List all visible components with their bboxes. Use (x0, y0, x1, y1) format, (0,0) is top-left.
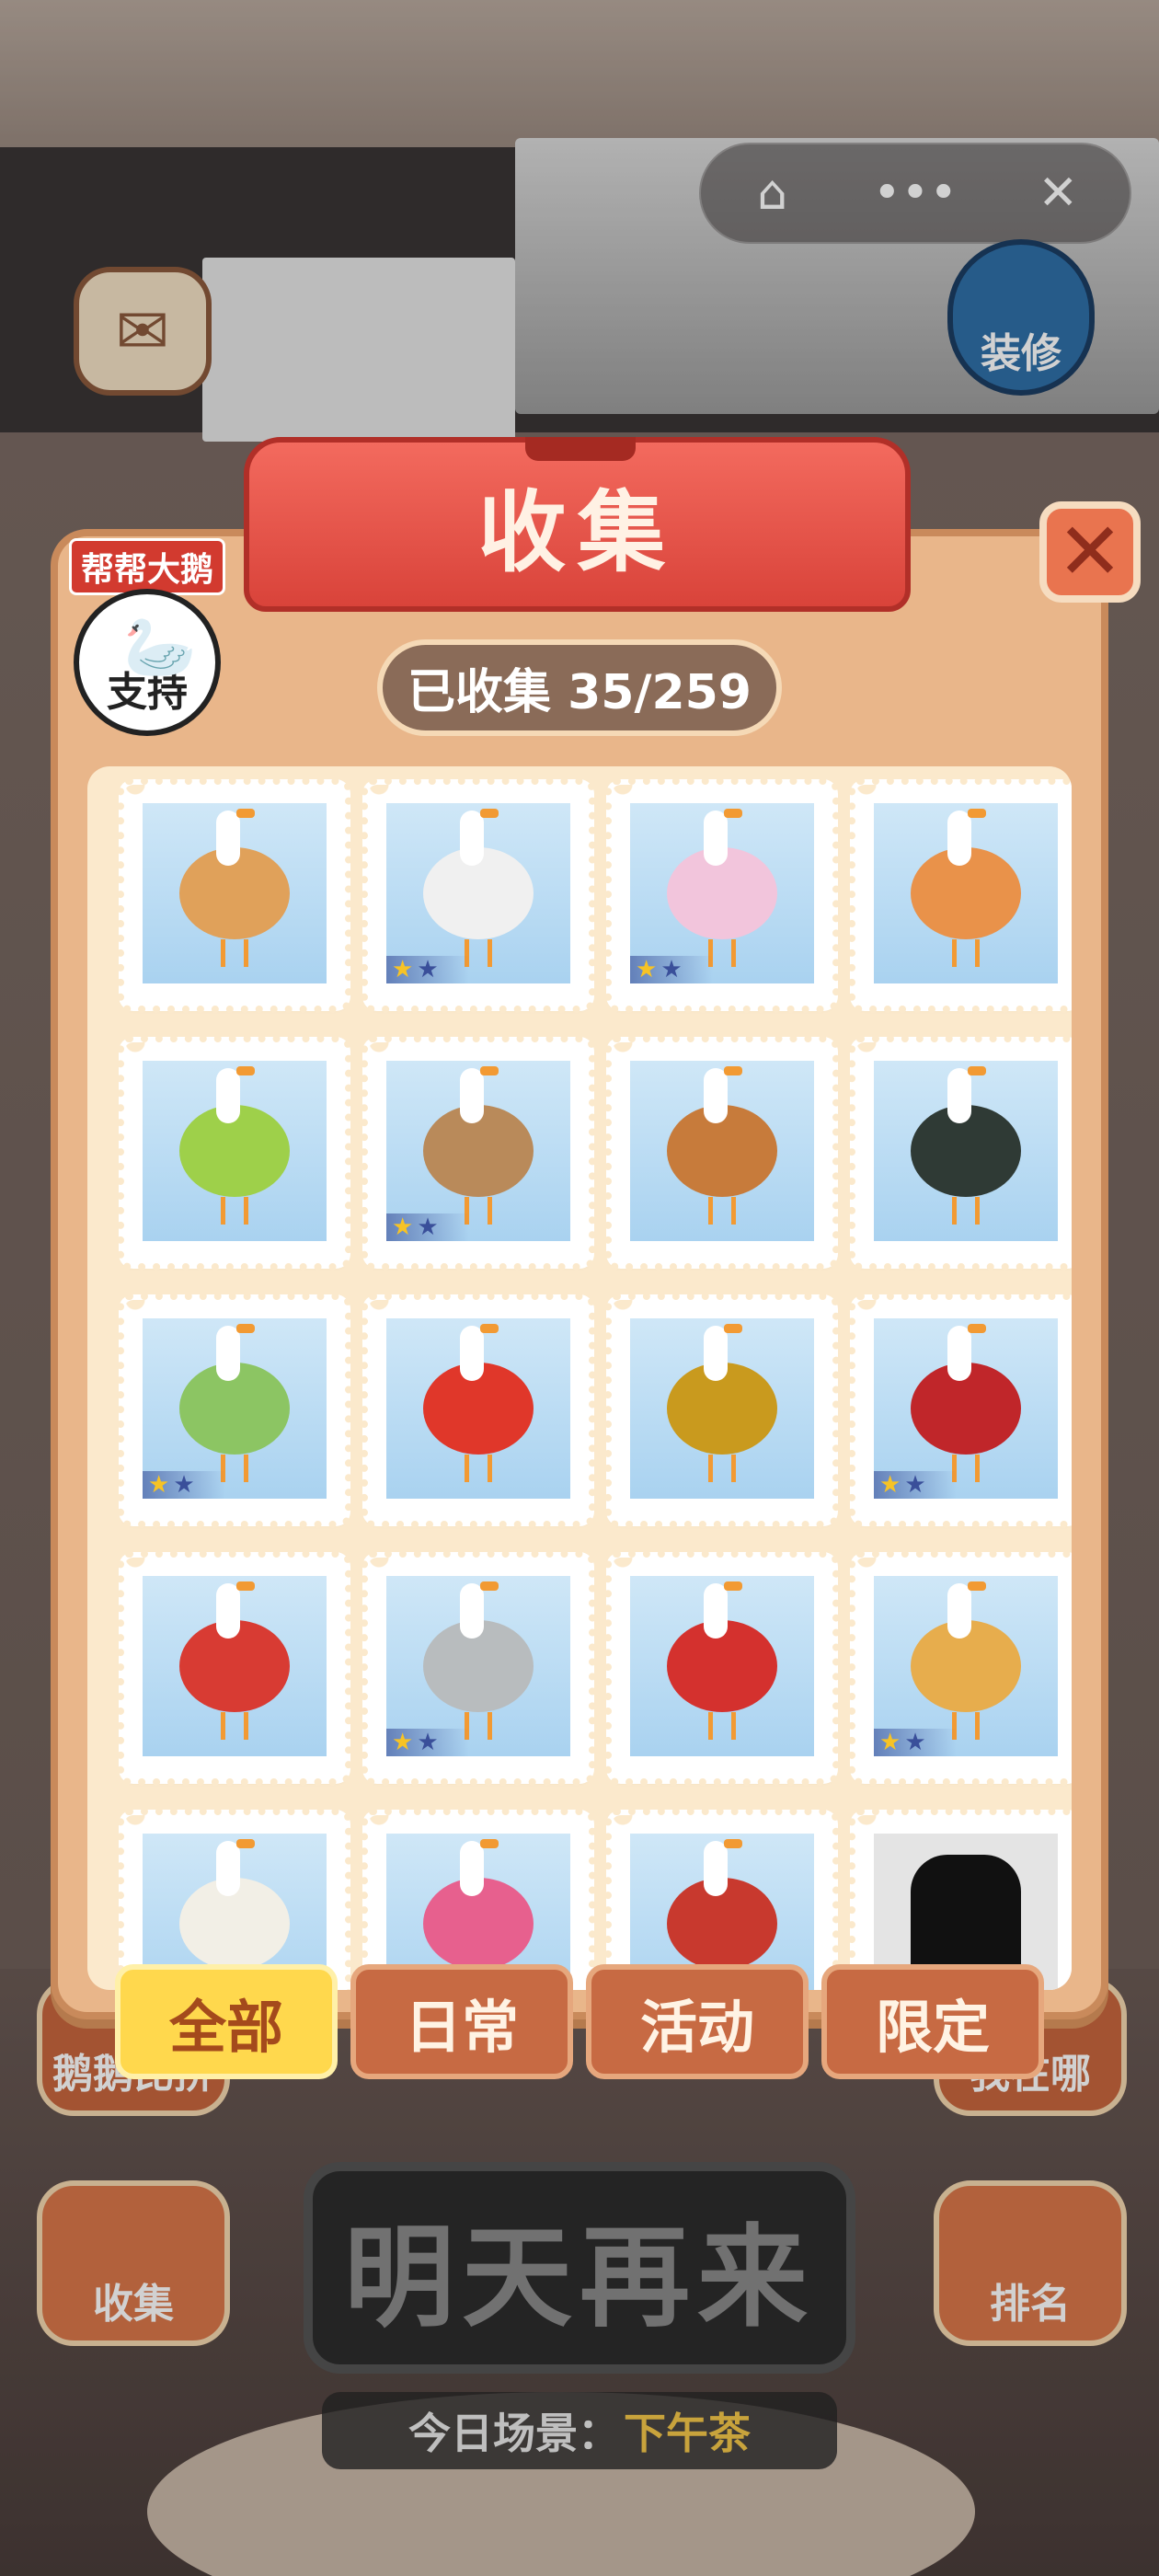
blue-star-icon: ★ (904, 1729, 926, 1756)
collection-stamp[interactable]: ★★ (361, 777, 596, 1013)
collection-stamp[interactable] (361, 1293, 596, 1528)
gold-star-icon: ★ (392, 1729, 414, 1756)
stamp-scroll-area[interactable]: ★★★★★★★★★★★★★★★★★★★★ (87, 766, 1072, 1990)
title-banner: 收集 (244, 437, 911, 612)
blue-star-icon: ★ (417, 1729, 439, 1756)
goose-figure (423, 1066, 534, 1225)
collection-stamp[interactable]: ★★ (604, 777, 840, 1013)
goose-figure (423, 1324, 534, 1482)
collection-stamp[interactable] (604, 1035, 840, 1271)
goose-figure (179, 1839, 290, 1990)
star-rating: ★★ (630, 956, 713, 983)
goose-icon: 🦢 (123, 614, 197, 682)
tab-label: 限定 (875, 1993, 990, 2061)
star-rating: ★★ (874, 1471, 957, 1499)
gold-ingot-goose-icon (630, 1318, 814, 1499)
goose-figure (179, 809, 290, 967)
goose-figure (423, 1839, 534, 1990)
gold-star-icon: ★ (879, 1471, 901, 1499)
gold-star-icon: ★ (879, 1729, 901, 1756)
tanghulu-goose-icon (143, 1576, 327, 1756)
tab-event[interactable]: 活动 (586, 1964, 809, 2079)
star-rating: ★★ (143, 1471, 225, 1499)
tab-limited[interactable]: 限定 (821, 1964, 1044, 2079)
collection-stamp[interactable] (117, 1550, 352, 1786)
goose-figure (179, 1066, 290, 1225)
floral-jacket-goose-icon (630, 1576, 814, 1756)
collection-stamp[interactable] (117, 777, 352, 1013)
tab-daily[interactable]: 日常 (350, 1964, 573, 2079)
goose-figure (423, 1581, 534, 1740)
blue-star-icon: ★ (660, 956, 683, 983)
goose-figure (667, 1066, 777, 1225)
category-tabs: 全部 日常 活动 限定 (115, 1964, 1044, 2084)
gold-star-icon: ★ (392, 956, 414, 983)
collection-stamp[interactable]: ★★ (848, 1293, 1072, 1528)
blue-star-icon: ★ (173, 1471, 195, 1499)
collection-stamp[interactable]: ★★ (848, 1550, 1072, 1786)
goose-figure (911, 809, 1021, 967)
support-badge[interactable]: 帮帮大鹅 🦢 支持 (69, 538, 225, 750)
collection-stamp[interactable] (604, 1293, 840, 1528)
dumpling-goose-icon (143, 803, 327, 983)
blue-star-icon: ★ (417, 1213, 439, 1241)
collection-stamp[interactable]: ★★ (361, 1550, 596, 1786)
tab-label: 全部 (168, 1993, 283, 2061)
tab-label: 日常 (404, 1993, 519, 2061)
cake-goose-icon (630, 1061, 814, 1241)
collected-counter: 已收集 35/259 (377, 639, 782, 736)
star-rating: ★★ (386, 1729, 469, 1756)
gold-star-icon: ★ (636, 956, 658, 983)
sesame-ball-goose-icon (874, 803, 1058, 983)
goose-figure (911, 1066, 1021, 1225)
strawberry-goose-icon (386, 1318, 570, 1499)
collection-stamp[interactable]: ★★ (361, 1035, 596, 1271)
star-rating: ★★ (386, 956, 469, 983)
close-button[interactable]: ✕ (1039, 501, 1141, 603)
goose-figure (179, 1324, 290, 1482)
tab-label: 活动 (639, 1993, 754, 2061)
goose-figure (667, 1581, 777, 1740)
blue-star-icon: ★ (417, 956, 439, 983)
tab-all[interactable]: 全部 (115, 1964, 338, 2079)
stamp-grid: ★★★★★★★★★★★★★★★★★★★★ (117, 777, 1072, 1990)
goose-figure (911, 1581, 1021, 1740)
goose-figure (667, 1324, 777, 1482)
collection-stamp[interactable] (848, 1035, 1072, 1271)
goose-figure (423, 809, 534, 967)
blue-star-icon: ★ (904, 1471, 926, 1499)
goose-figure (179, 1581, 290, 1740)
star-rating: ★★ (874, 1729, 957, 1756)
goose-figure (667, 1839, 777, 1990)
collection-stamp[interactable] (604, 1550, 840, 1786)
goose-figure (911, 1324, 1021, 1482)
lime-goose-icon (143, 1061, 327, 1241)
gold-star-icon: ★ (392, 1213, 414, 1241)
goose-figure (667, 809, 777, 967)
close-icon: ✕ (1056, 506, 1124, 598)
gold-star-icon: ★ (148, 1471, 170, 1499)
collection-stamp[interactable]: ★★ (117, 1293, 352, 1528)
banner-handle (525, 437, 636, 461)
collection-stamp[interactable] (848, 777, 1072, 1013)
rice-dumpling-goose-icon (874, 1061, 1058, 1241)
star-rating: ★★ (386, 1213, 469, 1241)
collected-counter-text: 已收集 35/259 (407, 665, 752, 720)
collection-panel: ★★★★★★★★★★★★★★★★★★★★ (51, 529, 1108, 2019)
support-circle: 🦢 支持 (74, 589, 221, 736)
support-flag: 帮帮大鹅 (69, 538, 225, 595)
panel-title: 收集 (477, 480, 677, 584)
collection-stamp[interactable] (117, 1035, 352, 1271)
